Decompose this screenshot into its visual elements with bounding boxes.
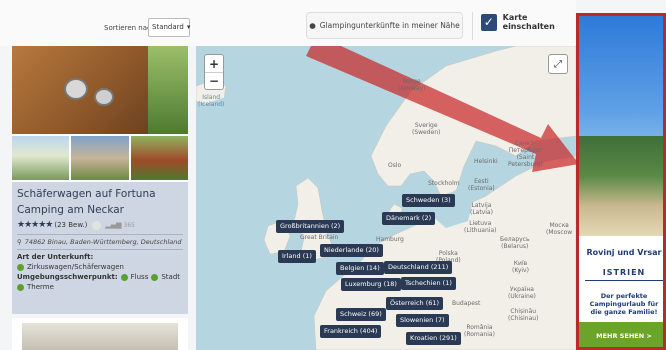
location-pin-icon: ● xyxy=(309,21,316,30)
listing-card-next[interactable] xyxy=(12,318,188,350)
map-label: Great Britain xyxy=(300,234,339,241)
surroundings-item: Stadt xyxy=(161,273,181,281)
accommodation-type-value: Zirkuswagen/Schäferwagen xyxy=(27,263,124,271)
accommodation-type-label: Art der Unterkunft: xyxy=(17,253,94,261)
listing-next-photo[interactable] xyxy=(22,323,178,350)
map-toggle[interactable]: ✓ Karte einschalten xyxy=(481,13,576,31)
results-toolbar: Sortieren nach Standard ▾ ● Glampingunte… xyxy=(0,0,576,46)
map-label: Беларусь (Belarus) xyxy=(500,236,530,250)
map-marker-icon: ⚲ xyxy=(17,238,22,246)
map-pin-daenemark[interactable]: Dänemark (2) xyxy=(382,212,436,225)
badge-icon xyxy=(92,220,102,230)
zoom-control: + − xyxy=(204,54,224,90)
ad-headline: Rovinj und Vrsar xyxy=(586,248,662,257)
advertisement-banner[interactable]: Rovinj und Vrsar ISTRIEN Der perfekte Ca… xyxy=(576,13,666,350)
map-toggle-label: Karte einschalten xyxy=(502,13,555,31)
map-view[interactable]: + − ⤢ Island (Iceland) Norge (Norway) Sv… xyxy=(196,46,576,350)
map-label: Санкт- Петербург (Saint Petersburg) xyxy=(508,140,543,168)
map-label: Helsinki xyxy=(474,158,498,165)
signal-icon: ▂▄▆ xyxy=(105,221,122,229)
listing-thumbnails xyxy=(12,136,188,180)
checkmark-icon: ✓ xyxy=(483,15,494,29)
listing-card[interactable]: Schäferwagen auf Fortuna Camping am Neck… xyxy=(12,46,188,314)
toolbar-divider xyxy=(472,12,473,40)
accommodation-type-row: Zirkuswagen/Schäferwagen xyxy=(17,263,183,271)
listing-title[interactable]: Schäferwagen auf Fortuna Camping am Neck… xyxy=(17,186,183,218)
map-label: Київ (Kyiv) xyxy=(512,260,529,274)
surroundings-row-2: Therme xyxy=(17,283,183,291)
map-label: Stockholm xyxy=(428,180,460,187)
map-pin-deutschland[interactable]: Deutschland (211) xyxy=(384,261,453,274)
map-label: Москв (Moscow xyxy=(546,222,573,236)
ad-image-shore xyxy=(579,136,663,236)
ad-region: ISTRIEN xyxy=(602,268,646,277)
rating-stars-icon: ★★★★★ xyxy=(17,220,53,230)
ad-divider xyxy=(585,280,663,281)
surroundings-label: Umgebungsschwerpunkt: xyxy=(17,273,118,281)
map-label: Sverige (Sweden) xyxy=(412,122,441,136)
listing-details: Schäferwagen auf Fortuna Camping am Neck… xyxy=(12,182,188,314)
map-pin-schweden[interactable]: Schweden (3) xyxy=(402,194,455,207)
zoom-in-button[interactable]: + xyxy=(205,55,223,72)
map-pin-belgien[interactable]: Belgien (14) xyxy=(336,262,384,275)
check-circle-icon xyxy=(120,273,128,281)
photo-kettle xyxy=(64,78,88,100)
surroundings-item: Fluss xyxy=(130,273,149,281)
map-pin-luxemburg[interactable]: Luxemburg (18) xyxy=(341,278,401,291)
map-pin-irland[interactable]: Irland (1) xyxy=(278,250,316,263)
map-pin-kroatien[interactable]: Kroatien (291) xyxy=(406,332,461,345)
listing-address: ⚲ 74862 Binau, Baden-Württemberg, Deutsc… xyxy=(17,238,183,246)
map-pin-niederlande[interactable]: Niederlande (20) xyxy=(320,244,383,257)
map-label: Hamburg xyxy=(376,236,404,243)
nearby-glamping-button[interactable]: ● Glampingunterkünfte in meiner Nähe xyxy=(306,12,463,39)
check-circle-icon xyxy=(17,263,24,271)
chevron-down-icon: ▾ xyxy=(186,23,191,31)
check-circle-icon xyxy=(17,283,24,291)
nearby-glamping-label: Glampingunterkünfte in meiner Nähe xyxy=(319,21,460,30)
map-label: Norge (Norway) xyxy=(398,78,426,92)
signal-value: 365 xyxy=(123,221,135,229)
listing-thumbnail[interactable] xyxy=(71,136,129,180)
details-divider xyxy=(17,234,183,235)
fullscreen-button[interactable]: ⤢ xyxy=(548,54,568,74)
map-label: Chișinău (Chisinau) xyxy=(508,308,539,322)
map-pin-slowenien[interactable]: Slowenien (7) xyxy=(396,314,449,327)
listing-thumbnail[interactable] xyxy=(130,136,188,180)
photo-grass xyxy=(148,46,188,134)
sort-select[interactable]: Standard ▾ xyxy=(148,18,190,37)
ad-cta-button[interactable]: MEHR SEHEN > xyxy=(579,322,663,347)
map-pin-frankreich[interactable]: Frankreich (404) xyxy=(320,325,382,338)
map-pin-oesterreich[interactable]: Österreich (61) xyxy=(386,297,444,310)
surroundings-row: Umgebungsschwerpunkt: Fluss Stadt xyxy=(17,273,183,281)
listing-main-photo[interactable] xyxy=(12,46,188,134)
listing-address-text: 74862 Binau, Baden-Württemberg, Deutschl… xyxy=(24,238,182,246)
surroundings-item: Therme xyxy=(27,283,54,291)
map-label: Україна (Ukraine) xyxy=(508,286,536,300)
sort-select-value: Standard xyxy=(152,23,184,31)
map-label: Eesti (Estonia) xyxy=(468,178,495,192)
review-count: (23 Bew.) xyxy=(54,221,88,229)
map-label: Island (Iceland) xyxy=(198,94,225,108)
photo-kettle-small xyxy=(94,88,114,106)
map-label: Lietuva (Lithuania) xyxy=(464,220,497,234)
zoom-out-button[interactable]: − xyxy=(205,72,223,89)
details-divider xyxy=(17,249,183,250)
map-label: România (Romania) xyxy=(464,324,495,338)
map-pin-tschechien[interactable]: Tschechien (1) xyxy=(401,277,456,290)
expand-icon: ⤢ xyxy=(554,58,562,70)
map-pin-schweiz[interactable]: Schweiz (69) xyxy=(336,308,386,321)
ad-body-text: Der perfekte Campingurlaub für die ganze… xyxy=(589,292,659,316)
listing-thumbnail[interactable] xyxy=(12,136,70,180)
map-label: Budapest xyxy=(452,300,481,307)
check-circle-icon xyxy=(151,273,159,281)
listing-rating: ★★★★★ (23 Bew.) ▂▄▆ 365 xyxy=(17,220,183,230)
map-toggle-checkbox[interactable]: ✓ xyxy=(481,13,497,31)
map-pin-grossbritannien[interactable]: Großbritannien (2) xyxy=(276,220,345,233)
map-label: Latvija (Latvia) xyxy=(470,202,493,216)
map-label: Oslo xyxy=(388,162,402,169)
